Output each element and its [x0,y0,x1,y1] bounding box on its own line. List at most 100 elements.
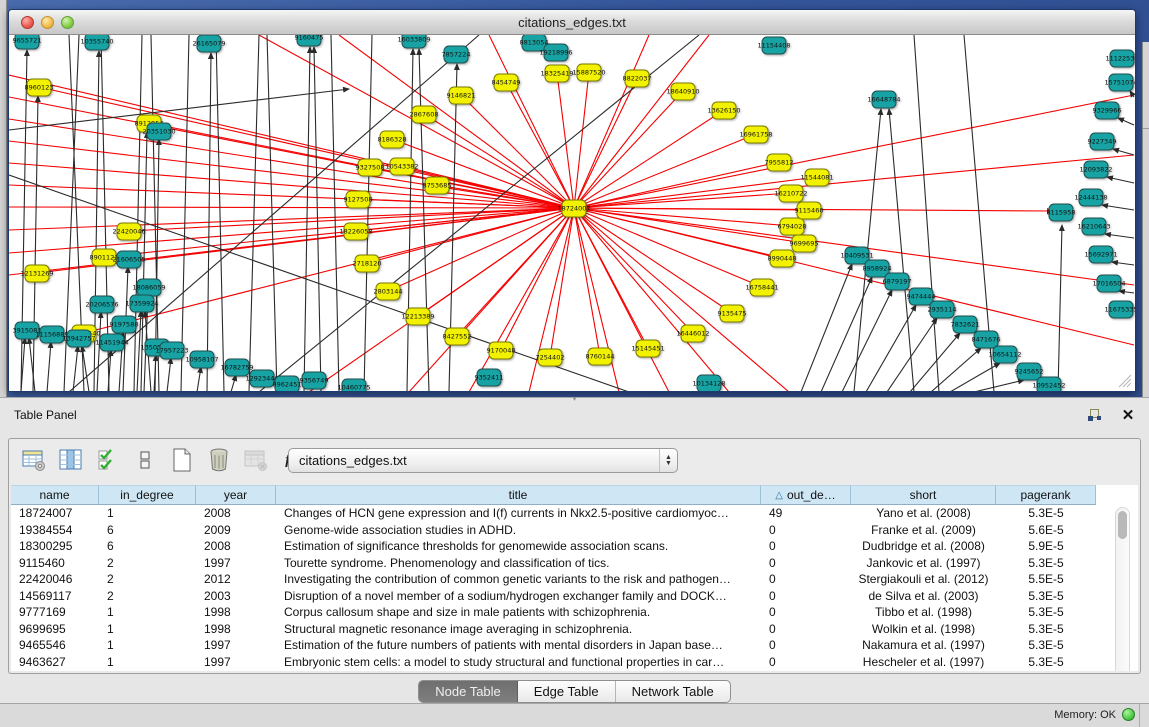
table-cell[interactable]: Structural magnetic resonance image aver… [276,621,761,638]
column-header-out_de[interactable]: △out_de… [761,485,851,505]
graph-node-selected[interactable]: 10543382 [385,158,418,175]
select-columns-icon[interactable] [95,447,121,473]
graph-edge-selected[interactable] [574,155,1134,208]
graph-node-selected[interactable]: 13626150 [707,102,740,119]
graph-edge[interactable] [974,380,1024,391]
network-frame[interactable]: citations_edges.txt 18724007183254198454… [8,9,1136,392]
table-row[interactable]: 946554611997Estimation of the future num… [11,637,1138,654]
resize-grip-icon[interactable] [1116,372,1132,388]
table-cell[interactable]: 2008 [196,538,276,555]
table-cell[interactable]: Investigating the contribution of common… [276,571,761,588]
scrollbar-thumb[interactable] [1118,511,1127,539]
table-cell[interactable]: 0 [761,637,851,654]
network-frame-titlebar[interactable]: citations_edges.txt [9,10,1135,35]
graph-edge-selected[interactable] [9,163,574,208]
graph-edge[interactable] [364,35,372,391]
graph-edge[interactable] [1058,225,1062,391]
graph-node-selected[interactable]: 8990448 [768,250,797,267]
graph-node-selected[interactable]: 8454749 [492,74,521,91]
graph-node[interactable]: 9356749 [300,372,329,389]
column-header-pagerank[interactable]: pagerank [996,485,1096,505]
graph-edge[interactable] [231,375,236,391]
graph-edge[interactable] [801,264,852,391]
table-row[interactable]: 1456911722003Disruption of a novel membe… [11,588,1138,605]
table-cell[interactable]: 18300295 [11,538,99,555]
table-cell[interactable]: Wolkin et al. (1998) [851,621,996,638]
graph-edge[interactable] [331,35,339,391]
graph-node[interactable]: 17016504 [1092,275,1125,292]
graph-node-selected[interactable]: 18724007 [557,200,590,217]
table-cell[interactable]: 9463627 [11,654,99,671]
column-header-in_degree[interactable]: in_degree [99,485,196,505]
table-cell[interactable]: 9777169 [11,604,99,621]
graph-node-selected[interactable]: 15145451 [631,340,664,357]
graph-edge[interactable] [889,109,914,391]
graph-node[interactable]: 10460775 [337,379,370,391]
graph-node[interactable]: 15751074 [1104,74,1135,91]
graph-node[interactable]: 12444138 [1074,189,1107,206]
table-cell[interactable]: Nakamura et al. (1997) [851,637,996,654]
graph-node[interactable]: 17957223 [155,342,188,359]
table-cell[interactable]: 14569117 [11,588,99,605]
graph-node[interactable]: 21606505 [112,251,145,268]
table-cell[interactable]: Corpus callosum shape and size in male p… [276,604,761,621]
graph-edge[interactable] [866,305,916,391]
graph-edge-selected[interactable] [574,95,1134,208]
graph-edge-selected[interactable] [574,78,637,208]
graph-edge[interactable] [1118,118,1134,125]
graph-edge[interactable] [407,49,413,391]
graph-node-selected[interactable]: 9327508 [356,159,385,176]
table-row[interactable]: 911546021997Tourette syndrome. Phenomeno… [11,555,1138,572]
graph-node-selected[interactable]: 12131269 [20,265,53,282]
graph-node[interactable]: 8962451 [273,376,302,391]
graph-node[interactable]: 18086059 [132,279,165,296]
table-cell[interactable]: 1997 [196,637,276,654]
graph-node[interactable]: 16782759 [220,359,253,376]
tab-edge-table[interactable]: Edge Table [518,681,616,702]
table-cell[interactable]: 0 [761,555,851,572]
graph-node-selected[interactable]: 6794028 [778,218,807,235]
table-cell[interactable]: Estimation of the future numbers of pati… [276,637,761,654]
graph-node[interactable]: 7857224 [442,46,471,63]
graph-node[interactable]: 11675335 [1104,301,1135,318]
table-cell[interactable]: 2012 [196,571,276,588]
table-cell[interactable]: 5.3E-5 [996,637,1096,654]
table-cell[interactable]: 1 [99,604,196,621]
graph-node[interactable]: 10952452 [1032,377,1065,391]
table-cell[interactable]: 0 [761,604,851,621]
graph-node[interactable]: 26165079 [192,35,225,52]
graph-edge-selected[interactable] [9,97,574,208]
show-columns-icon[interactable] [58,447,84,473]
graph-edge[interactable] [47,342,51,391]
graph-node-selected[interactable]: 12213389 [401,308,434,325]
table-cell[interactable]: Franke et al. (2009) [851,522,996,539]
table-cell[interactable]: 1998 [196,604,276,621]
table-cell[interactable]: 2003 [196,588,276,605]
table-cell[interactable]: 0 [761,538,851,555]
graph-node-selected[interactable]: 2718120 [353,255,382,272]
column-header-year[interactable]: year [196,485,276,505]
graph-edge-selected[interactable] [9,119,574,208]
graph-edge[interactable] [1107,177,1134,183]
graph-node-selected[interactable]: 7254402 [536,349,565,366]
graph-node-selected[interactable]: 2867608 [410,106,439,123]
table-cell[interactable]: Estimation of significance thresholds fo… [276,538,761,555]
float-panel-icon[interactable] [1085,406,1103,424]
graph-edge-selected[interactable] [574,208,1134,345]
table-row[interactable]: 2242004622012Investigating the contribut… [11,571,1138,588]
graph-node[interactable]: 10134128 [692,375,725,391]
graph-node[interactable]: 9329966 [1093,102,1122,119]
table-cell[interactable]: Stergiakouli et al. (2012) [851,571,996,588]
table-row[interactable]: 946362711997Embryonic stem cells: a mode… [11,654,1138,671]
graph-node-selected[interactable]: 22420046 [112,223,145,240]
graph-edge[interactable] [134,35,142,391]
table-cell[interactable]: 5.3E-5 [996,621,1096,638]
graph-edge[interactable] [1102,205,1134,210]
graph-node[interactable]: 11451944 [95,334,128,351]
graph-edge[interactable] [914,35,939,391]
table-cell[interactable]: de Silva et al. (2003) [851,588,996,605]
graph-edge[interactable] [887,318,937,391]
graph-edge-selected[interactable] [461,95,574,208]
table-cell[interactable]: 0 [761,654,851,671]
graph-node-selected[interactable]: 11544081 [800,169,833,186]
